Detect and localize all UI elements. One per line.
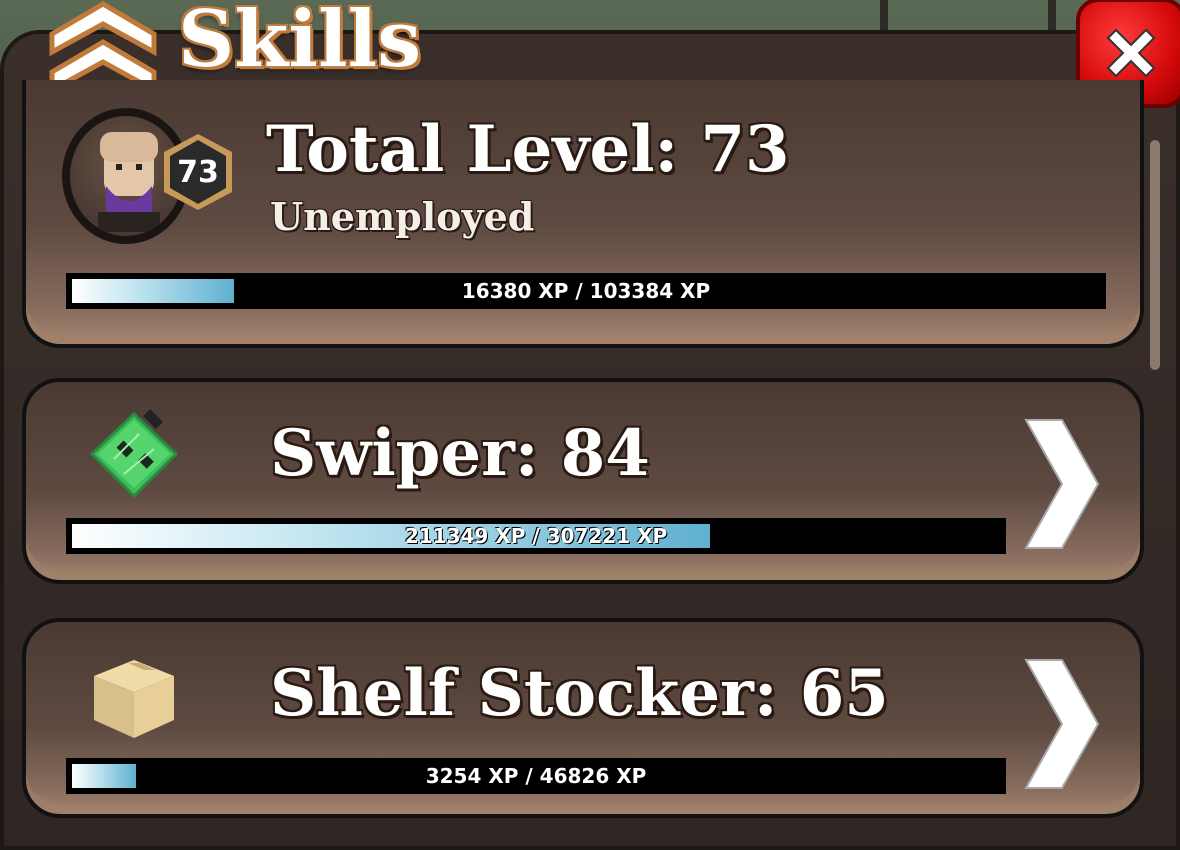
total-xp-bar: 16380 XP / 103384 XP xyxy=(66,273,1106,309)
skill-label-shelf-stocker: Shelf Stocker: 65 xyxy=(270,656,889,731)
open-swiper-button[interactable] xyxy=(1020,416,1100,552)
badge-level-text: 73 xyxy=(177,154,219,190)
skill-card-swiper[interactable]: Swiper: 84 211349 XP / 307221 XP xyxy=(22,378,1144,584)
scrollbar[interactable] xyxy=(1150,140,1160,370)
open-shelf-stocker-button[interactable] xyxy=(1020,656,1100,792)
skill-card-shelf-stocker[interactable]: Shelf Stocker: 65 3254 XP / 46826 XP xyxy=(22,618,1144,818)
total-xp-text: 16380 XP / 103384 XP xyxy=(461,279,711,303)
shelf-stocker-xp-text: 3254 XP / 46826 XP xyxy=(425,764,647,788)
level-badge: 73 xyxy=(158,132,238,212)
chevron-right-icon xyxy=(1024,659,1100,789)
swiper-xp-text: 211349 XP / 307221 XP xyxy=(404,524,668,548)
cardboard-box-icon xyxy=(94,660,174,738)
window-title: Skills xyxy=(178,0,422,85)
total-level-label: Total Level: 73 xyxy=(266,112,790,187)
swiper-xp-bar: 211349 XP / 307221 XP xyxy=(66,518,1006,554)
job-label: Unemployed xyxy=(270,194,535,239)
total-level-card: 73 Total Level: 73 Unemployed 16380 XP /… xyxy=(22,80,1144,348)
skill-label-swiper: Swiper: 84 xyxy=(270,416,650,491)
shelf-stocker-xp-bar: 3254 XP / 46826 XP xyxy=(66,758,1006,794)
circuit-board-icon xyxy=(89,409,179,499)
chevron-right-icon xyxy=(1024,419,1100,549)
close-icon xyxy=(1106,28,1156,78)
